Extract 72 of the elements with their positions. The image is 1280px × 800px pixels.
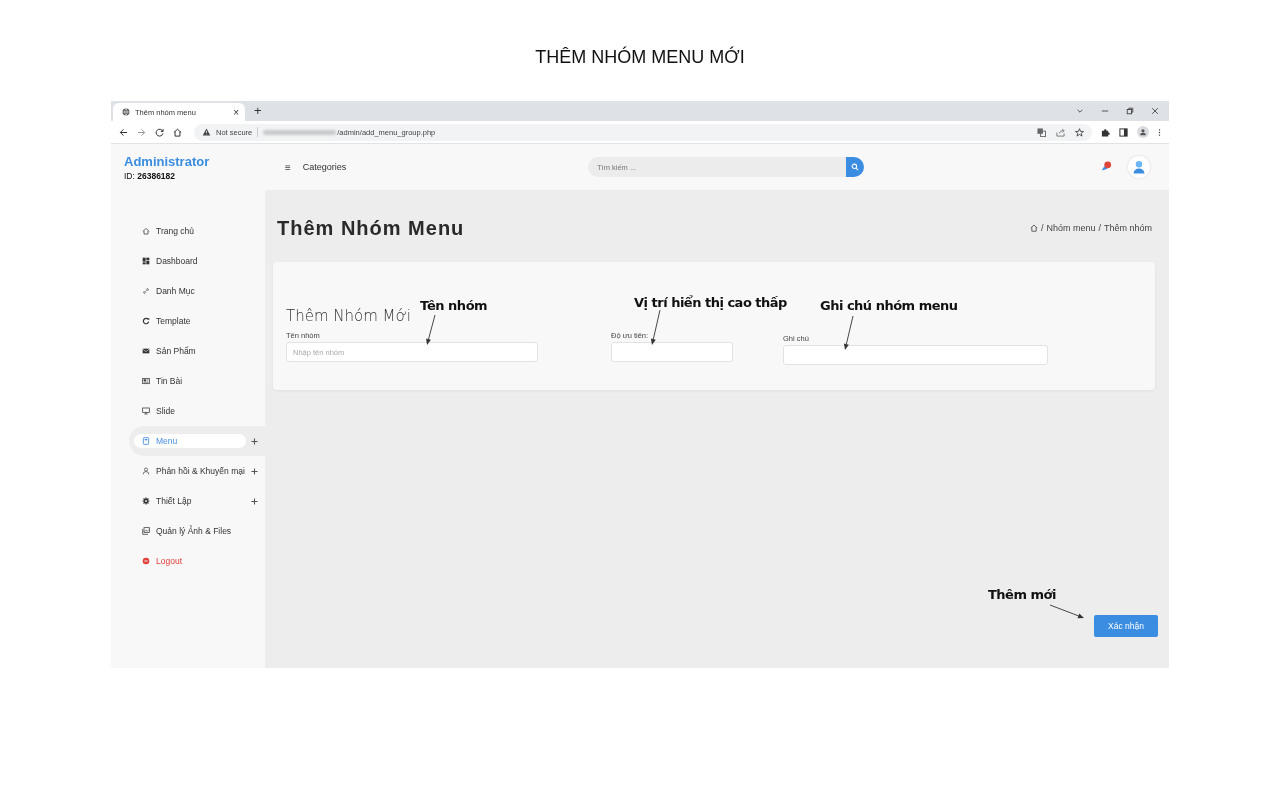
chevron-down-icon[interactable] xyxy=(1076,107,1084,115)
images-icon xyxy=(142,527,150,535)
annotation-label: Thêm mới xyxy=(988,587,1056,602)
book-icon xyxy=(142,437,150,445)
sidebar-item[interactable]: Dashboard xyxy=(134,254,202,268)
brand-title: Administrator xyxy=(124,153,211,169)
monitor-icon xyxy=(142,407,150,415)
sidebar-item[interactable]: Phản hồi & Khuyến mại xyxy=(134,464,249,478)
back-arrow-icon[interactable] xyxy=(119,127,128,137)
new-tab-button[interactable]: + xyxy=(254,102,262,120)
puzzle-icon[interactable] xyxy=(1101,127,1110,137)
forward-arrow-icon[interactable] xyxy=(137,127,146,137)
search-button[interactable] xyxy=(846,157,864,177)
annotation-label: Ghi chú nhóm menu xyxy=(820,298,958,313)
categories-link[interactable]: Categories xyxy=(302,162,347,172)
side-panel-icon[interactable] xyxy=(1119,127,1128,137)
translate-icon[interactable] xyxy=(1037,127,1046,137)
restore-icon[interactable] xyxy=(1126,107,1134,115)
document-title: THÊM NHÓM MENU MỚI xyxy=(535,47,745,67)
sidebar-item[interactable]: Template xyxy=(134,314,195,328)
arrow xyxy=(426,314,436,345)
warning-icon xyxy=(202,128,211,136)
arrow xyxy=(650,309,661,345)
link-icon xyxy=(142,287,150,295)
person-icon xyxy=(142,467,150,475)
user-avatar[interactable] xyxy=(1128,156,1150,178)
sidebar-item[interactable]: Thiết Lập xyxy=(134,494,196,508)
menu-icon[interactable]: ≡ xyxy=(285,161,291,173)
close-icon[interactable] xyxy=(1151,107,1159,115)
annotation-label: Vị trí hiển thị cao thấp xyxy=(634,295,787,310)
star-icon[interactable] xyxy=(1075,127,1084,137)
sidebar-item[interactable]: Menu xyxy=(134,434,246,448)
power-icon xyxy=(142,557,150,565)
globe-icon xyxy=(122,108,130,116)
reload-icon[interactable] xyxy=(155,127,164,137)
page-title: Thêm Nhóm Menu xyxy=(277,216,465,240)
refresh-icon xyxy=(142,317,150,325)
tab-close-button[interactable]: × xyxy=(233,106,239,118)
breadcrumb-current: Thêm nhóm xyxy=(1103,223,1152,233)
breadcrumb-separator: / xyxy=(1040,223,1044,233)
home-icon[interactable] xyxy=(173,127,182,137)
arrow xyxy=(843,315,854,350)
plus-icon[interactable] xyxy=(251,497,258,505)
form-title: Thêm Nhóm Mới xyxy=(286,307,412,325)
arrow xyxy=(1049,604,1084,619)
profile-avatar[interactable] xyxy=(1137,126,1149,138)
annotation-label: Tên nhóm xyxy=(420,298,488,313)
gear-icon xyxy=(142,497,150,505)
person-icon xyxy=(1132,160,1146,174)
sidebar-item[interactable]: Sản Phẩm xyxy=(134,344,200,358)
plus-icon[interactable] xyxy=(251,467,258,475)
home-icon xyxy=(142,227,150,235)
breadcrumb-link[interactable]: Nhóm menu xyxy=(1046,223,1096,233)
person-icon xyxy=(1139,128,1147,136)
envelope-icon xyxy=(142,347,150,355)
search-icon xyxy=(851,163,859,171)
plus-icon[interactable] xyxy=(251,437,258,445)
user-id: ID: 26386182 xyxy=(124,170,177,181)
home-icon[interactable] xyxy=(1029,224,1038,232)
share-icon[interactable] xyxy=(1056,127,1065,137)
input-field[interactable] xyxy=(611,342,733,362)
sidebar-item[interactable]: Logout xyxy=(134,554,186,568)
newspaper-icon xyxy=(142,377,150,385)
breadcrumb-separator: / xyxy=(1098,223,1101,233)
sidebar-item[interactable]: Danh Mục xyxy=(134,284,199,298)
input-field[interactable] xyxy=(783,345,1048,365)
sidebar-item[interactable]: Tin Bài xyxy=(134,374,187,388)
grid-icon xyxy=(142,257,150,265)
sidebar-item[interactable]: Quản lý Ảnh & Files xyxy=(134,524,236,538)
sidebar-item[interactable]: Trang chủ xyxy=(134,224,198,238)
sidebar-item[interactable]: Slide xyxy=(134,404,179,418)
more-vertical-icon[interactable] xyxy=(1158,127,1161,137)
